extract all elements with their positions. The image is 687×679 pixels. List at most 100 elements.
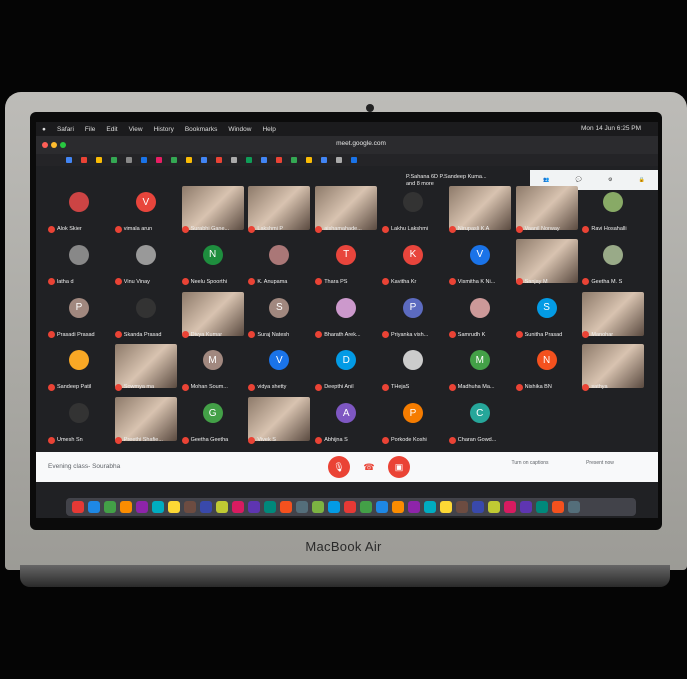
- participant-tile[interactable]: aishamahade...: [313, 186, 379, 234]
- participant-tile[interactable]: Lakshmi P: [246, 186, 312, 234]
- bookmark-icon[interactable]: [141, 157, 147, 163]
- participant-tile[interactable]: Umesh Sn: [46, 397, 112, 445]
- participant-tile[interactable]: Vvidya shetty: [246, 344, 312, 392]
- address-bar[interactable]: meet.google.com: [306, 140, 416, 150]
- participant-tile[interactable]: M Madhuha Ma...: [447, 344, 513, 392]
- participant-tile[interactable]: Preethi Shafie...: [113, 397, 179, 445]
- participant-tile[interactable]: Vaanil Norway: [514, 186, 580, 234]
- dock-app-icon[interactable]: [216, 501, 228, 513]
- dock-app-icon[interactable]: [536, 501, 548, 513]
- menu-item[interactable]: History: [154, 126, 174, 133]
- participant-tile[interactable]: Divya Kumar: [180, 291, 246, 340]
- dock-app-icon[interactable]: [360, 501, 372, 513]
- dock-app-icon[interactable]: [152, 501, 164, 513]
- menu-item[interactable]: Bookmarks: [185, 126, 218, 133]
- participant-tile[interactable]: Sowmya ma: [113, 344, 179, 392]
- participant-tile[interactable]: N Neelu Spoorthi: [180, 239, 246, 287]
- dock-app-icon[interactable]: [344, 501, 356, 513]
- participant-tile[interactable]: Alok Skier: [46, 186, 112, 234]
- bookmark-icon[interactable]: [81, 157, 87, 163]
- activities-icon[interactable]: ⚙: [608, 177, 612, 183]
- dock-app-icon[interactable]: [136, 501, 148, 513]
- dock-app-icon[interactable]: [424, 501, 436, 513]
- dock-app-icon[interactable]: [168, 501, 180, 513]
- dock-app-icon[interactable]: [488, 501, 500, 513]
- bookmark-icon[interactable]: [231, 157, 237, 163]
- dock-app-icon[interactable]: [504, 501, 516, 513]
- participant-tile[interactable]: V Vismitha K Ni...: [447, 239, 513, 287]
- dock-app-icon[interactable]: [120, 501, 132, 513]
- dock-app-icon[interactable]: [88, 501, 100, 513]
- participant-tile[interactable]: Nirupasli K A: [447, 186, 513, 234]
- participant-tile[interactable]: Vvimala arun: [113, 186, 179, 234]
- participant-tile[interactable]: S Suraj Natesh: [246, 292, 312, 340]
- meeting-name[interactable]: Evening class- Sourabha: [48, 463, 120, 470]
- minimize-icon[interactable]: [51, 142, 57, 148]
- camera-off-button[interactable]: ▣: [388, 456, 410, 478]
- menubar-clock[interactable]: Mon 14 Jun 6:25 PM: [581, 125, 641, 132]
- bookmark-icon[interactable]: [336, 157, 342, 163]
- present-now-button[interactable]: Present now: [570, 460, 630, 466]
- bookmark-icon[interactable]: [276, 157, 282, 163]
- participant-tile[interactable]: Vivek S: [246, 397, 312, 445]
- mic-off-button[interactable]: 🎙: [328, 456, 350, 478]
- bookmark-icon[interactable]: [156, 157, 162, 163]
- bookmark-icon[interactable]: [216, 157, 222, 163]
- participant-tile[interactable]: sathya: [580, 344, 646, 392]
- participant-tile[interactable]: K Kavitha Kr: [380, 239, 446, 287]
- participant-tile[interactable]: P Porkode Koshi: [380, 397, 446, 445]
- participant-tile[interactable]: D Deepthi Anil: [313, 344, 379, 392]
- dock-app-icon[interactable]: [328, 501, 340, 513]
- participant-tile[interactable]: Skanda Prasad: [113, 292, 179, 340]
- participant-tile[interactable]: Sandeep Patil: [46, 344, 112, 392]
- dock-app-icon[interactable]: [552, 501, 564, 513]
- dock-app-icon[interactable]: [280, 501, 292, 513]
- people-icon[interactable]: 👥: [543, 177, 549, 183]
- close-icon[interactable]: [42, 142, 48, 148]
- participant-tile[interactable]: S Sunitha Prasad: [514, 292, 580, 340]
- dock-app-icon[interactable]: [104, 501, 116, 513]
- participant-tile[interactable]: P Priyanka vish...: [380, 292, 446, 340]
- menu-item[interactable]: File: [85, 126, 95, 133]
- participant-tile[interactable]: K. Anupama: [246, 239, 312, 287]
- dock-app-icon[interactable]: [72, 501, 84, 513]
- menu-item[interactable]: Edit: [106, 126, 117, 133]
- bookmark-icon[interactable]: [186, 157, 192, 163]
- dock-app-icon[interactable]: [312, 501, 324, 513]
- bookmark-icon[interactable]: [321, 157, 327, 163]
- lock-icon[interactable]: 🔒: [639, 177, 645, 183]
- dock-app-icon[interactable]: [408, 501, 420, 513]
- participant-tile[interactable]: T Thara PS: [313, 239, 379, 287]
- participant-tile[interactable]: Sanjay M: [514, 238, 580, 287]
- bookmark-icon[interactable]: [66, 157, 72, 163]
- menu-item[interactable]: Window: [228, 126, 251, 133]
- participant-tile[interactable]: Surabhi Gane...: [180, 186, 246, 234]
- dock-app-icon[interactable]: [568, 501, 580, 513]
- bookmark-icon[interactable]: [111, 157, 117, 163]
- participant-tile[interactable]: N Nishika BN: [514, 344, 580, 392]
- participant-tile[interactable]: P Prasadi Prasad: [46, 292, 112, 340]
- leave-call-button[interactable]: ☎: [358, 456, 380, 478]
- participant-tile[interactable]: THejaS: [380, 344, 446, 392]
- dock-app-icon[interactable]: [184, 501, 196, 513]
- bookmark-icon[interactable]: [261, 157, 267, 163]
- bookmark-icon[interactable]: [291, 157, 297, 163]
- participant-tile[interactable]: Vinu Vinay: [113, 239, 179, 287]
- participant-tile[interactable]: A Abhijna S: [313, 397, 379, 445]
- participant-tile[interactable]: latha d: [46, 239, 112, 287]
- dock-app-icon[interactable]: [440, 501, 452, 513]
- maximize-icon[interactable]: [60, 142, 66, 148]
- participant-tile[interactable]: Ravi Hosahalli: [580, 186, 646, 234]
- bookmark-icon[interactable]: [126, 157, 132, 163]
- bookmark-icon[interactable]: [201, 157, 207, 163]
- participant-tile[interactable]: G Geetha Geetha: [180, 397, 246, 445]
- menu-item[interactable]: View: [129, 126, 143, 133]
- dock-app-icon[interactable]: [472, 501, 484, 513]
- participant-tile[interactable]: Lakhu Lakshmi: [380, 186, 446, 234]
- menu-item[interactable]: Safari: [57, 126, 74, 133]
- dock-app-icon[interactable]: [248, 501, 260, 513]
- participant-tile[interactable]: Bharath Arek...: [313, 292, 379, 340]
- dock-app-icon[interactable]: [232, 501, 244, 513]
- bookmark-icon[interactable]: [96, 157, 102, 163]
- bookmark-icon[interactable]: [171, 157, 177, 163]
